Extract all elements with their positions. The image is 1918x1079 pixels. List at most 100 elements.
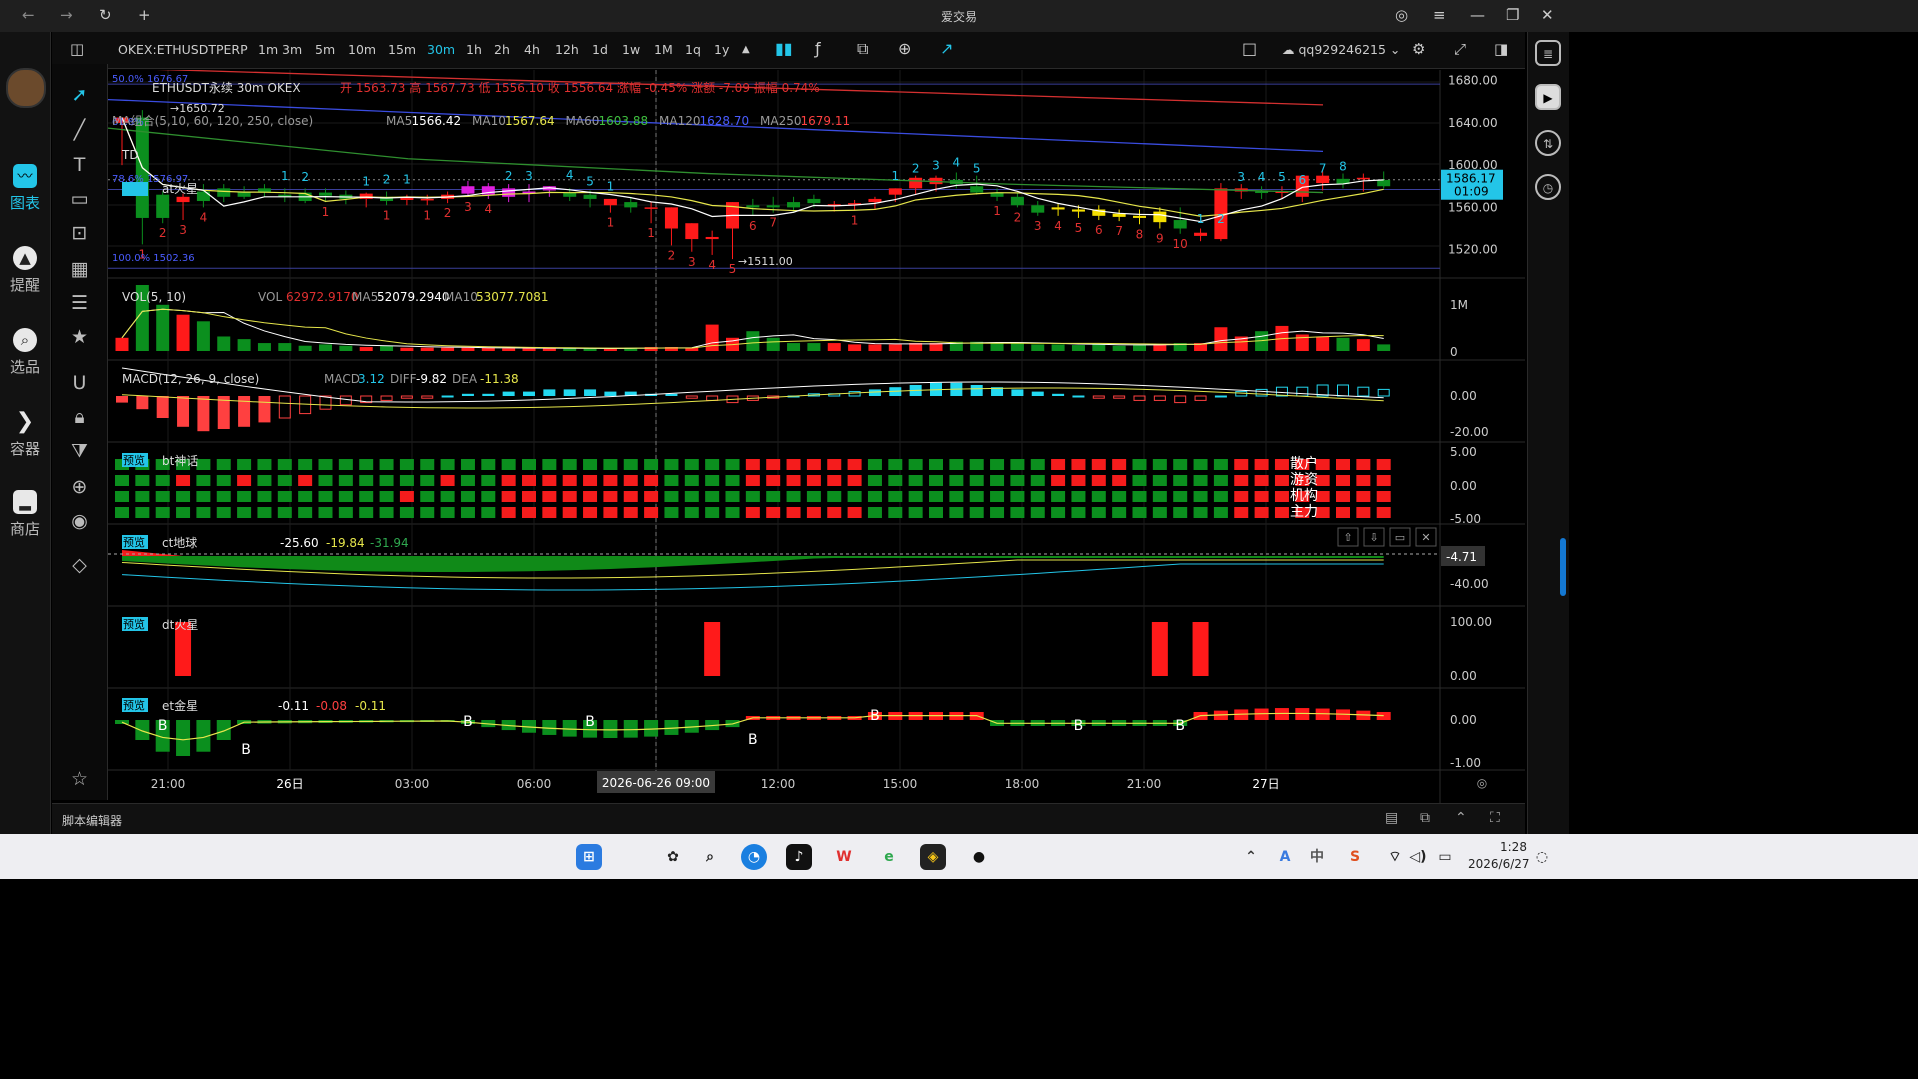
ma-name: MA5 [386,114,412,128]
target-icon[interactable]: ⊕ [52,476,107,498]
wps-icon[interactable]: W [831,844,857,870]
timeframe-1q[interactable]: 1q [685,42,701,57]
headset-icon[interactable]: ◎ [1395,6,1408,24]
timeframe-3m[interactable]: 3m [282,42,302,57]
candle-body [156,194,170,218]
user-menu[interactable]: ☁ qq929246215 ⌄ [1282,42,1400,57]
scrollbar[interactable] [1560,538,1566,596]
right-panel-icon[interactable]: ◨ [1494,40,1508,58]
timeframe-15m[interactable]: 15m [388,42,416,57]
tray-up-icon[interactable]: ⌃ [1238,844,1264,870]
timeframe-2h[interactable]: 2h [494,42,510,57]
save-icon[interactable]: ▤ [1385,810,1398,826]
timeframe-4h[interactable]: 4h [524,42,540,57]
nav-item-container[interactable]: ❯ 容器 [0,410,50,459]
export-icon[interactable]: ⧉ [1420,810,1430,826]
td-count: 3 [464,200,472,214]
nav-item-screener[interactable]: ⌕ 选品 [0,328,50,377]
timeframe-30m[interactable]: 30m [427,42,455,57]
grid-tool-icon[interactable]: ▦ [52,258,107,280]
trend-icon[interactable]: ↗ [940,39,953,58]
bt-cell [888,507,903,518]
timeframe-1w[interactable]: 1w [622,42,640,57]
td-count: 1 [403,172,411,186]
line-tool-icon[interactable]: ╱ [52,119,107,141]
qq-icon[interactable]: ● [966,844,992,870]
alert-add-icon[interactable]: ⊕ [898,39,911,58]
bt-cell [460,491,475,502]
sogou-icon[interactable]: S [1342,844,1368,870]
layout-icon[interactable]: □ [1242,39,1257,58]
bt-cell [237,507,252,518]
macd-bar [461,393,474,396]
minimize-icon[interactable]: — [1470,6,1485,24]
bt-cell [1152,475,1167,486]
nav-item-alert[interactable]: ▲ 提醒 [0,246,50,295]
star-icon[interactable]: ★ [52,326,107,348]
timeframe-1m[interactable]: 1m [258,42,278,57]
symbol-selector[interactable]: OKEX:ETHUSDTPERP [118,42,248,57]
ai-icon[interactable]: A [1272,844,1298,870]
timeframe-5m[interactable]: 5m [315,42,335,57]
magnet-icon[interactable]: U [52,372,107,394]
fullscreen-icon[interactable]: ⤢ [1454,40,1466,58]
avatar[interactable] [6,68,46,108]
close-icon[interactable]: ✕ [1541,6,1554,24]
watchlist-icon[interactable]: ≣ [1535,40,1561,66]
windows-start-icon[interactable]: ⊞ [576,844,602,870]
search-icon[interactable]: ⌕ [697,844,723,870]
timeframe-1h[interactable]: 1h [466,42,482,57]
menu-icon[interactable]: ≡ [1433,6,1446,24]
bt-cell [1152,459,1167,470]
timeframe-1y[interactable]: 1y [714,42,729,57]
crop-tool-icon[interactable]: ⊡ [52,222,107,244]
filter-icon[interactable]: ⧩ [52,440,107,462]
fib-tool-icon[interactable]: ☰ [52,292,107,314]
timeframe-10m[interactable]: 10m [348,42,376,57]
ime-icon[interactable]: 中 [1304,844,1330,870]
caret-up-icon[interactable]: ▲ [742,44,750,55]
browser-icon[interactable]: e [876,844,902,870]
notification-bell-icon[interactable]: ◌ [1529,844,1555,870]
chat-icon[interactable]: ◔ [741,844,767,870]
trading-app-icon[interactable]: ◈ [920,844,946,870]
bt-cell [1112,507,1127,518]
rect-tool-icon[interactable]: ▭ [52,188,107,210]
eye-icon[interactable]: ◉ [52,510,107,532]
timeframe-12h[interactable]: 12h [555,42,579,57]
clock-icon[interactable]: ◷ [1535,174,1561,200]
bt-cell [481,475,496,486]
maximize-icon[interactable]: ⛶ [1490,810,1500,826]
eraser-icon[interactable]: ◇ [52,554,107,576]
cursor-icon[interactable]: ➚ [52,84,107,106]
script-editor-label[interactable]: 脚本编辑器 [62,812,122,829]
arrow-panel-icon[interactable]: ▶ [1535,84,1561,110]
favorite-star-icon[interactable]: ☆ [52,768,107,790]
text-tool-icon[interactable]: T [52,154,107,176]
settings-icon[interactable]: ⚙ [1412,40,1425,58]
td-count: 3 [525,169,533,183]
bt-cell [949,491,964,502]
volume-bar [115,337,129,351]
volume-bar [888,344,902,351]
nav-item-shop[interactable]: ▂ 商店 [0,490,50,539]
lock-icon[interactable]: 🔒︎ [52,406,107,428]
timeframe-1M[interactable]: 1M [654,42,673,57]
nav-item-chart[interactable]: 〰 图表 [0,164,50,213]
candle-body [1010,196,1024,206]
macd-bar [1377,388,1390,397]
indicator-icon[interactable]: ƒ [815,39,821,58]
volume-icon[interactable]: ◁) [1405,844,1431,870]
dt-signal-bar [704,622,721,676]
template-icon[interactable]: ⧉ [857,39,868,59]
collapse-up-icon[interactable]: ⌃ [1455,810,1467,826]
chart-area[interactable]: 1 2 1 2 1 2 3 4 5 112 3 4 51 23 4 5 67 812 34 1 1 1 2 3 4112 3 4 56… [108,70,1525,803]
timeframe-1d[interactable]: 1d [592,42,608,57]
candle-type-icon[interactable]: ▮▮ [775,39,793,58]
sidebar-toggle-icon[interactable]: ◫ [70,40,84,58]
tiktok-icon[interactable]: ♪ [786,844,812,870]
restore-icon[interactable]: ❐ [1506,6,1519,24]
app-icon-1[interactable]: ✿ [660,844,686,870]
battery-icon[interactable]: ▭ [1432,844,1458,870]
trade-icon[interactable]: ⇅ [1535,130,1561,156]
